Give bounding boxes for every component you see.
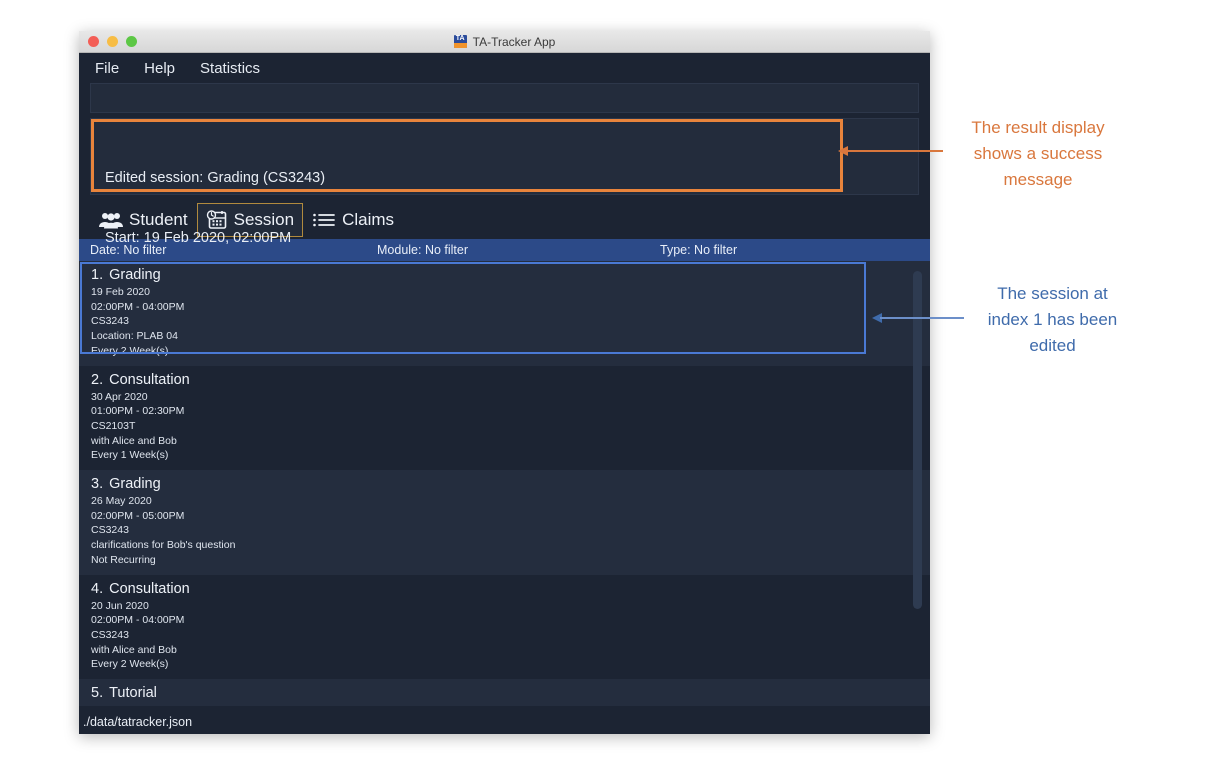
session-date: 26 Jun 2020 bbox=[91, 703, 930, 706]
status-bar: ./data/tatracker.json bbox=[79, 710, 930, 734]
session-module: CS3243 bbox=[91, 628, 129, 641]
session-title-row: 3. Grading bbox=[91, 476, 930, 492]
window-titlebar: TA-Tracker App bbox=[79, 31, 930, 53]
session-list[interactable]: 1. Grading 19 Feb 2020 02:00PM - 04:00PM … bbox=[79, 261, 930, 706]
list-scrollbar-thumb[interactable] bbox=[913, 271, 922, 609]
session-list-item[interactable]: 4. Consultation 20 Jun 2020 02:00PM - 04:… bbox=[79, 574, 930, 680]
session-time: 02:00PM - 04:00PM bbox=[91, 614, 185, 627]
app-body: Edited session: Grading (CS3243) Start: … bbox=[79, 83, 930, 706]
session-title-row: 1. Grading bbox=[91, 267, 930, 283]
session-time: 02:00PM - 04:00PM bbox=[91, 300, 185, 313]
window-controls[interactable] bbox=[88, 36, 137, 47]
annotation-line-3: edited bbox=[1029, 336, 1076, 355]
annotation-line-1: The result display bbox=[971, 118, 1105, 137]
session-title-row: 5. Tutorial bbox=[91, 685, 930, 701]
close-button[interactable] bbox=[88, 36, 99, 47]
session-list-item[interactable]: 2. Consultation 30 Apr 2020 01:00PM - 02:… bbox=[79, 365, 930, 471]
session-list-item[interactable]: 3. Grading 26 May 2020 02:00PM - 05:00PM … bbox=[79, 470, 930, 575]
annotation-result-display: The result display shows a success messa… bbox=[948, 115, 1128, 193]
screenshot-root: TA-Tracker App File Help Statistics Edit… bbox=[0, 0, 1218, 772]
session-title: Tutorial bbox=[109, 685, 157, 702]
command-input[interactable] bbox=[90, 83, 919, 113]
result-line-1: Edited session: Grading (CS3243) bbox=[105, 170, 326, 186]
result-line-2: Start: 19 Feb 2020, 02:00PM bbox=[105, 230, 292, 246]
session-title: Consultation bbox=[109, 371, 190, 388]
window-title: TA-Tracker App bbox=[472, 34, 556, 49]
session-module: CS2103T bbox=[91, 419, 136, 432]
menubar: File Help Statistics bbox=[79, 53, 930, 83]
session-title: Grading bbox=[109, 267, 161, 283]
zoom-button[interactable] bbox=[126, 36, 137, 47]
session-detail: Location: PLAB 04 bbox=[91, 330, 178, 343]
session-detail: with Alice and Bob bbox=[91, 434, 177, 447]
session-list-item[interactable]: 5.Tutorial 26 Jun 2020 02:00PM - 03:00PM bbox=[79, 679, 930, 706]
session-recurrence: Every 2 Week(s) bbox=[91, 658, 169, 671]
annotation-line-2: shows a success bbox=[973, 144, 1103, 163]
list-scrollbar[interactable] bbox=[913, 265, 926, 702]
session-title-row: 4. Consultation bbox=[91, 581, 930, 597]
session-recurrence: Not Recurring bbox=[91, 553, 156, 566]
result-display: Edited session: Grading (CS3243) Start: … bbox=[90, 118, 919, 306]
session-detail: clarifications for Bob's question bbox=[91, 539, 236, 552]
session-title-row: 2. Consultation bbox=[91, 372, 930, 388]
annotation-line-2: index 1 has been bbox=[987, 310, 1118, 329]
session-date: 26 May 2020 bbox=[91, 495, 152, 508]
menu-file[interactable]: File bbox=[95, 60, 119, 77]
session-recurrence: Every 1 Week(s) bbox=[91, 449, 169, 462]
session-date: 19 Feb 2020 bbox=[91, 286, 150, 298]
session-index: 4. bbox=[91, 580, 104, 597]
session-date: 30 Apr 2020 bbox=[91, 390, 148, 403]
minimize-button[interactable] bbox=[107, 36, 118, 47]
session-detail: with Alice and Bob bbox=[91, 643, 177, 656]
session-index: 3. bbox=[91, 476, 104, 493]
session-module: CS3243 bbox=[91, 315, 129, 328]
status-file-path: ./data/tatracker.json bbox=[83, 715, 193, 729]
menu-help[interactable]: Help bbox=[144, 60, 175, 77]
window-title-group: TA-Tracker App bbox=[79, 35, 930, 49]
app-icon bbox=[453, 35, 467, 48]
session-list-item[interactable]: 1. Grading 19 Feb 2020 02:00PM - 04:00PM … bbox=[79, 261, 930, 366]
session-index: 1. bbox=[91, 267, 104, 283]
session-time: 02:00PM - 05:00PM bbox=[91, 509, 185, 522]
annotation-arrow-session bbox=[872, 313, 964, 323]
annotation-session-index: The session at index 1 has been edited bbox=[965, 281, 1140, 359]
annotation-arrow-result bbox=[838, 146, 943, 156]
session-time: 01:00PM - 02:30PM bbox=[91, 405, 185, 418]
annotation-line-3: message bbox=[1003, 170, 1073, 189]
menu-statistics[interactable]: Statistics bbox=[200, 60, 260, 77]
app-window: TA-Tracker App File Help Statistics Edit… bbox=[79, 31, 930, 734]
session-index: 5. bbox=[91, 685, 104, 702]
session-module: CS3243 bbox=[91, 524, 129, 537]
session-title: Grading bbox=[109, 476, 161, 493]
session-index: 2. bbox=[91, 371, 104, 388]
annotation-line-1: The session at bbox=[997, 284, 1108, 303]
session-recurrence: Every 2 Week(s) bbox=[91, 344, 169, 357]
session-title: Consultation bbox=[109, 580, 190, 597]
session-date: 20 Jun 2020 bbox=[91, 599, 149, 612]
